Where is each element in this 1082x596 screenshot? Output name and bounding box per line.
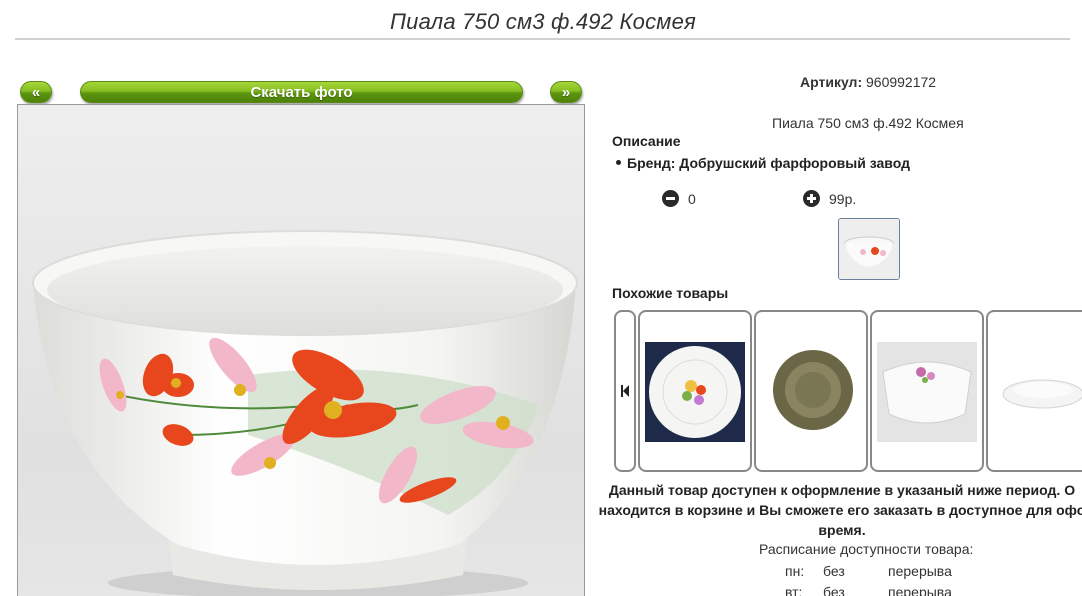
title-divider — [15, 38, 1070, 40]
page-title: Пиала 750 см3 ф.492 Космея — [390, 9, 696, 34]
next-photo-button[interactable]: » — [550, 81, 582, 103]
product-photo — [17, 104, 585, 596]
smoked-glass-plate-icon — [761, 342, 861, 442]
description-heading: Описание — [612, 133, 681, 149]
schedule-value: без — [823, 584, 845, 596]
similar-item[interactable] — [986, 310, 1082, 472]
schedule-value: перерыва — [888, 563, 952, 579]
schedule-value: без — [823, 563, 845, 579]
plus-icon[interactable] — [803, 190, 820, 207]
price: 99р. — [829, 191, 857, 207]
download-photo-button[interactable]: Скачать фото — [80, 81, 523, 103]
brand-text: Бренд: Добрушский фарфоровый завод — [627, 155, 910, 171]
schedule-value: перерыва — [888, 584, 952, 596]
sku-label: Артикул: — [800, 74, 863, 90]
product-name: Пиала 750 см3 ф.492 Космея — [772, 115, 964, 131]
notice-line: время. — [818, 522, 866, 538]
availability-notice: Данный товар доступен к оформление в ука… — [582, 480, 1082, 540]
bowl-image — [32, 230, 578, 596]
schedule-day: пн: — [785, 563, 805, 579]
similar-item[interactable] — [638, 310, 752, 472]
sku-value: 960992172 — [866, 74, 937, 90]
similar-item[interactable] — [754, 310, 868, 472]
schedule-title: Расписание доступности товара: — [759, 541, 974, 557]
sku: Артикул: 960992172 — [800, 74, 936, 90]
similar-prev-button[interactable] — [614, 310, 636, 472]
similar-heading: Похожие товары — [612, 285, 729, 301]
plate-with-bouquet-icon — [645, 342, 745, 442]
notice-line: Данный товар доступен к оформление в ука… — [608, 482, 1076, 498]
minus-icon[interactable] — [662, 190, 679, 207]
skip-back-icon — [621, 385, 629, 397]
prev-photo-button[interactable]: « — [20, 81, 52, 103]
square-bowl-pink-flowers-icon — [877, 342, 977, 442]
white-dish-icon — [993, 342, 1082, 442]
similar-item[interactable] — [870, 310, 984, 472]
bullet-icon — [616, 159, 621, 165]
product-thumbnail[interactable] — [838, 218, 900, 280]
notice-line: находится в корзине и Вы сможете его зак… — [598, 502, 1082, 518]
quantity-value: 0 — [688, 191, 696, 207]
brand-item: Бренд: Добрушский фарфоровый завод — [616, 155, 910, 171]
thumbnail-bowl-icon — [839, 219, 899, 279]
schedule-day: вт: — [785, 584, 803, 596]
